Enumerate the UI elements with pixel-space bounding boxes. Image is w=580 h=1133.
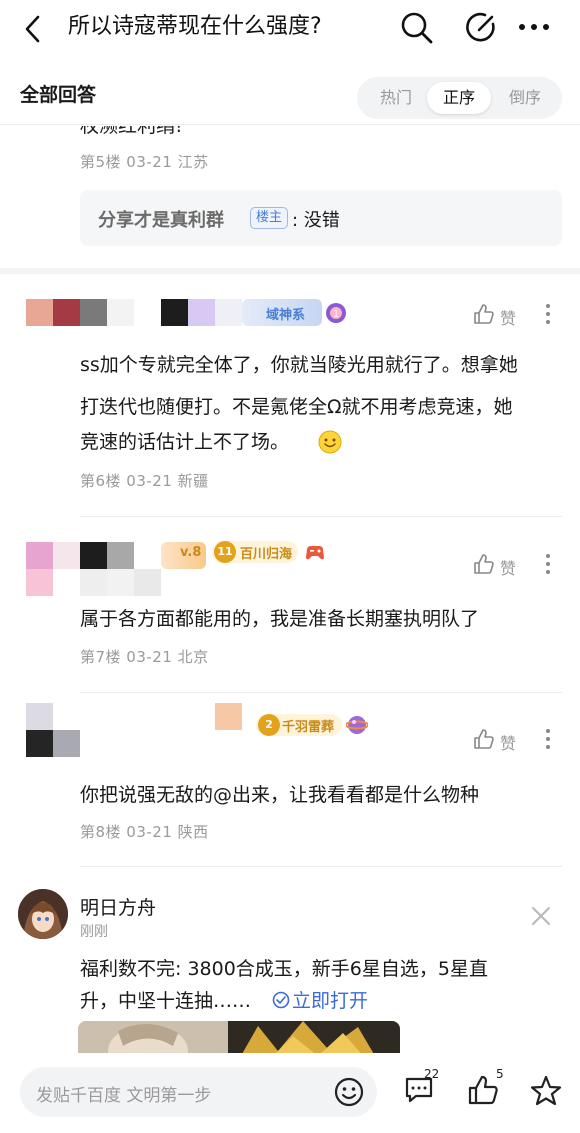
- post7-text: 属于各方面都能用的，我是准备长期塞执明队了: [80, 608, 480, 630]
- page-title: 所以诗寇蒂现在什么强度?: [68, 14, 322, 39]
- post7-badge-num: 11: [214, 541, 236, 563]
- post7-like-label[interactable]: 赞: [500, 555, 516, 579]
- post8-like-label[interactable]: 赞: [500, 730, 516, 754]
- post5-meta: 第5楼 03-21 江苏: [80, 153, 209, 171]
- back-icon[interactable]: [22, 14, 44, 44]
- post7-like-icon[interactable]: [472, 552, 496, 576]
- planet-medal-icon: [346, 714, 368, 736]
- bottom-bar: 发贴千百度 文明第一步 22 5: [0, 1053, 580, 1133]
- check-circle-icon[interactable]: [272, 991, 290, 1009]
- post5-cut-text: 权濒红利绢!: [80, 126, 280, 136]
- post8-badge-num: 2: [258, 714, 280, 736]
- post8-meta: 第8楼 03-21 陕西: [80, 823, 209, 841]
- reply-input[interactable]: 发贴千百度 文明第一步: [20, 1067, 377, 1117]
- sort-toggle: 热门 正序 倒序: [357, 77, 562, 119]
- post6-line2: 打迭代也随便打。不是氪佬全Ω就不用考虑竞速，她: [80, 396, 513, 418]
- post7-meta: 第7楼 03-21 北京: [80, 648, 209, 666]
- level-medal-icon: 1: [324, 301, 348, 325]
- post8-badge: 千羽雷葬: [282, 720, 335, 735]
- svg-text:1: 1: [333, 309, 339, 320]
- ad-line2: 升，中坚十连抽……: [80, 990, 252, 1012]
- post6-line1: ss加个专就完全体了，你就当陵光用就行了。想拿她: [80, 354, 518, 376]
- post7-badge: 百川归海: [240, 547, 293, 562]
- ad-open-link[interactable]: 立即打开: [292, 983, 368, 1019]
- like-icon[interactable]: [466, 1073, 500, 1107]
- search-icon[interactable]: [399, 10, 435, 46]
- close-icon[interactable]: [531, 906, 551, 926]
- post6-like-icon[interactable]: [472, 302, 496, 326]
- gamepad-icon: [304, 541, 326, 563]
- emoji-icon[interactable]: [333, 1076, 365, 1108]
- post6-badge: 域神系: [266, 308, 306, 323]
- comment-count: 22: [424, 1067, 440, 1081]
- reply-text: : 没错: [292, 210, 340, 231]
- sort-ascending[interactable]: 正序: [427, 82, 491, 114]
- ad-avatar[interactable]: [18, 889, 68, 939]
- op-badge: 楼主: [250, 207, 289, 229]
- reply-username[interactable]: 分享才是真利群: [98, 206, 224, 232]
- like-count: 5: [496, 1067, 504, 1081]
- ad-time: 刚刚: [80, 924, 108, 940]
- top-bar: 所以诗寇蒂现在什么强度?: [0, 0, 580, 60]
- post5-reply[interactable]: 分享才是真利群 楼主 : 没错: [80, 190, 562, 246]
- post6-line3: 竞速的话估计上不了场。: [80, 431, 290, 453]
- sort-hot[interactable]: 热门: [365, 82, 427, 114]
- sort-descending[interactable]: 倒序: [493, 82, 557, 114]
- post8-like-icon[interactable]: [472, 727, 496, 751]
- ad-name[interactable]: 明日方舟: [80, 893, 156, 920]
- post6-like-label[interactable]: 赞: [500, 305, 516, 329]
- post7-level: v.8: [180, 545, 202, 560]
- section-title: 全部回答: [20, 84, 97, 106]
- more-icon[interactable]: [518, 23, 550, 31]
- smile-emoji-icon: [317, 429, 343, 455]
- edit-icon[interactable]: [465, 10, 499, 44]
- post7-more-icon[interactable]: [546, 554, 550, 578]
- post6-meta: 第6楼 03-21 新疆: [80, 472, 209, 490]
- post8-more-icon[interactable]: [546, 729, 550, 753]
- reply-input-placeholder: 发贴千百度 文明第一步: [36, 1086, 212, 1106]
- ad-line1: 福利数不完: 3800合成玉，新手6星自选，5星直: [80, 958, 488, 980]
- post6-more-icon[interactable]: [546, 304, 550, 328]
- post8-text: 你把说强无敌的@出来，让我看看都是什么物种: [80, 784, 480, 806]
- star-icon[interactable]: [529, 1074, 563, 1108]
